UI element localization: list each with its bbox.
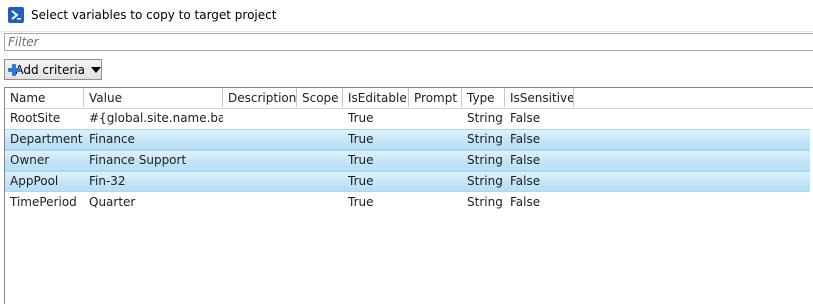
cell-issensitive: False — [510, 174, 541, 188]
cell-value: Quarter — [89, 195, 136, 209]
cell-name: TimePeriod — [10, 195, 77, 209]
filter-input[interactable] — [5, 34, 813, 50]
cell-name: Department — [10, 132, 83, 146]
cell-iseditable: True — [348, 132, 374, 146]
table-row[interactable]: AppPool Fin-32 True String False — [5, 171, 810, 192]
cell-iseditable: True — [348, 195, 374, 209]
cell-type: String — [467, 195, 503, 209]
table-row[interactable]: Department Finance True String False — [5, 129, 810, 150]
grid-header: Name Value Description Scope IsEditable … — [5, 88, 813, 109]
plus-icon — [8, 63, 22, 76]
cell-iseditable: True — [348, 111, 374, 125]
variables-grid[interactable]: Name Value Description Scope IsEditable … — [4, 87, 813, 304]
cell-type: String — [467, 132, 503, 146]
column-header-issensitive[interactable]: IsSensitive — [505, 88, 574, 107]
title-bar: Select variables to copy to target proje… — [0, 0, 813, 32]
cell-issensitive: False — [510, 153, 541, 167]
column-header-name[interactable]: Name — [5, 88, 84, 107]
column-header-iseditable[interactable]: IsEditable — [343, 88, 409, 107]
cell-iseditable: True — [348, 174, 374, 188]
cell-name: RootSite — [10, 111, 61, 125]
window-title: Select variables to copy to target proje… — [31, 8, 277, 22]
cell-issensitive: False — [510, 195, 541, 209]
cell-type: String — [467, 153, 503, 167]
cell-name: Owner — [10, 153, 50, 167]
cell-value: Finance — [89, 132, 135, 146]
cell-value: Finance Support — [89, 153, 187, 167]
column-header-description[interactable]: Description — [223, 88, 297, 107]
cell-issensitive: False — [510, 132, 541, 146]
cell-name: AppPool — [10, 174, 59, 188]
table-row[interactable]: RootSite #{global.site.name.base} True S… — [5, 108, 810, 129]
add-criteria-button[interactable]: Add criteria — [4, 59, 102, 80]
cell-value: #{global.site.name.base} — [89, 111, 223, 125]
toolbar: Add criteria — [0, 54, 813, 84]
column-header-type[interactable]: Type — [462, 88, 505, 107]
column-header-scope[interactable]: Scope — [297, 88, 343, 107]
column-header-value[interactable]: Value — [84, 88, 223, 107]
table-row[interactable]: Owner Finance Support True String False — [5, 150, 810, 171]
filter-box[interactable] — [4, 33, 813, 51]
dropdown-arrow-icon — [91, 66, 101, 73]
cell-issensitive: False — [510, 111, 541, 125]
powershell-icon — [8, 7, 24, 23]
add-criteria-label: Add criteria — [15, 62, 85, 77]
column-header-prompt[interactable]: Prompt — [409, 88, 462, 107]
cell-value: Fin-32 — [89, 174, 126, 188]
cell-type: String — [467, 111, 503, 125]
table-row[interactable]: TimePeriod Quarter True String False — [5, 192, 810, 213]
cell-type: String — [467, 174, 503, 188]
cell-iseditable: True — [348, 153, 374, 167]
